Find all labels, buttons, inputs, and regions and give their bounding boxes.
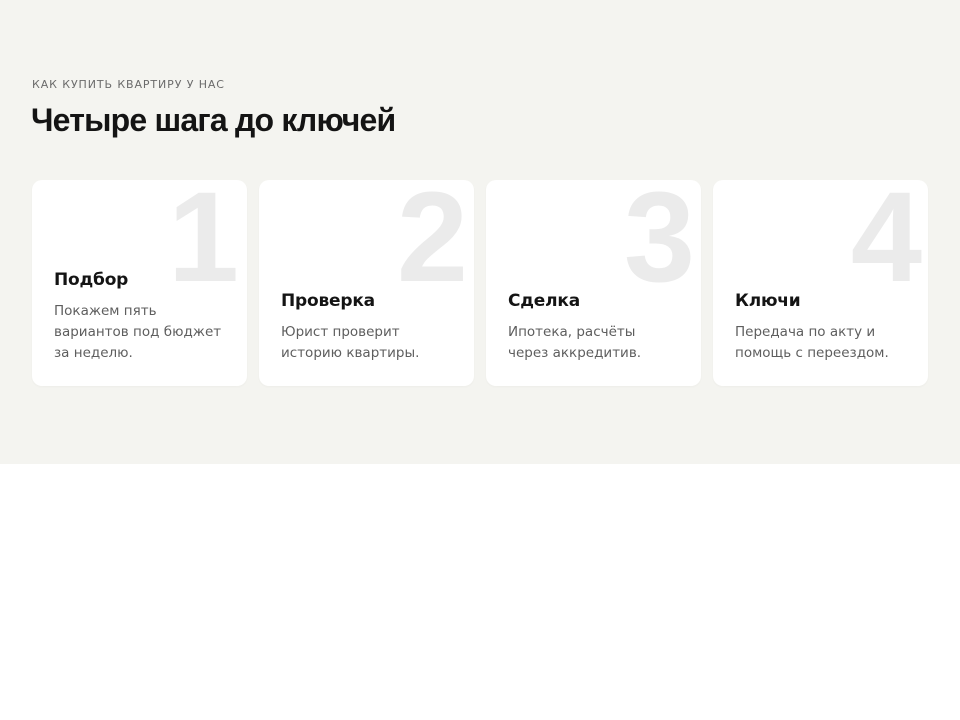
- step-content: Проверка Юрист проверит историю квартиры…: [281, 291, 452, 364]
- step-number: 3: [623, 180, 695, 309]
- step-description: Покажем пять вариантов под бюджет за нед…: [54, 303, 222, 361]
- step-card-1: 1 Подбор Покажем пять вариантов под бюдж…: [32, 180, 247, 386]
- step-title: Подбор: [54, 270, 129, 290]
- step-number: 2: [396, 180, 468, 309]
- section-eyebrow: КАК КУПИТЬ КВАРТИРУ У НАС: [32, 78, 225, 91]
- step-title: Ключи: [735, 291, 801, 311]
- steps-list: 1 Подбор Покажем пять вариантов под бюдж…: [32, 180, 928, 386]
- steps-section: КАК КУПИТЬ КВАРТИРУ У НАС Четыре шага до…: [0, 0, 960, 464]
- step-number: 4: [850, 180, 922, 309]
- step-card-2: 2 Проверка Юрист проверит историю кварти…: [259, 180, 474, 386]
- step-title: Сделка: [508, 291, 580, 311]
- step-description: Передача по акту и помощь с переездом.: [735, 324, 889, 361]
- section-headline: Четыре шага до ключей: [31, 102, 396, 138]
- step-title: Проверка: [281, 291, 375, 311]
- step-content: Сделка Ипотека, расчёты через аккредитив…: [508, 291, 679, 364]
- step-description: Ипотека, расчёты через аккредитив.: [508, 324, 642, 361]
- step-content: Подбор Покажем пять вариантов под бюджет…: [54, 270, 225, 364]
- step-card-3: 3 Сделка Ипотека, расчёты через аккредит…: [486, 180, 701, 386]
- step-content: Ключи Передача по акту и помощь с переез…: [735, 291, 906, 364]
- step-card-4: 4 Ключи Передача по акту и помощь с пере…: [713, 180, 928, 386]
- step-description: Юрист проверит историю квартиры.: [281, 324, 420, 361]
